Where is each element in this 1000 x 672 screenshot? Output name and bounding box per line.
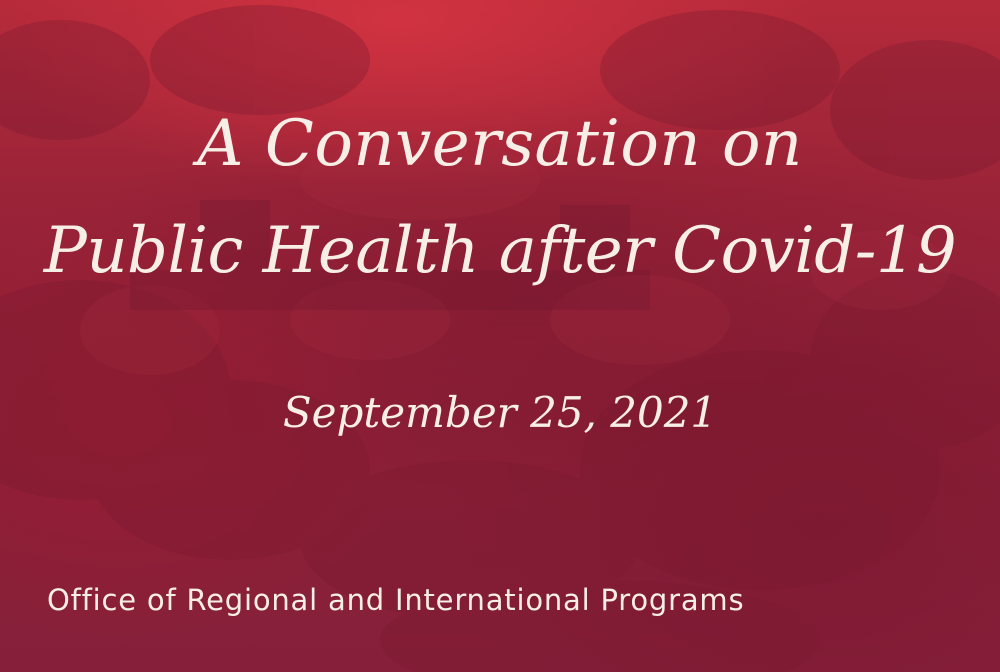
event-date: September 25, 2021: [282, 388, 718, 437]
campus-silhouette: [0, 5, 1000, 672]
event-title-line-1: A Conversation on: [197, 107, 803, 181]
organizer-name: Office of Regional and International Pro…: [47, 583, 745, 617]
event-title-line-2: Public Health after Covid-19: [43, 214, 957, 288]
